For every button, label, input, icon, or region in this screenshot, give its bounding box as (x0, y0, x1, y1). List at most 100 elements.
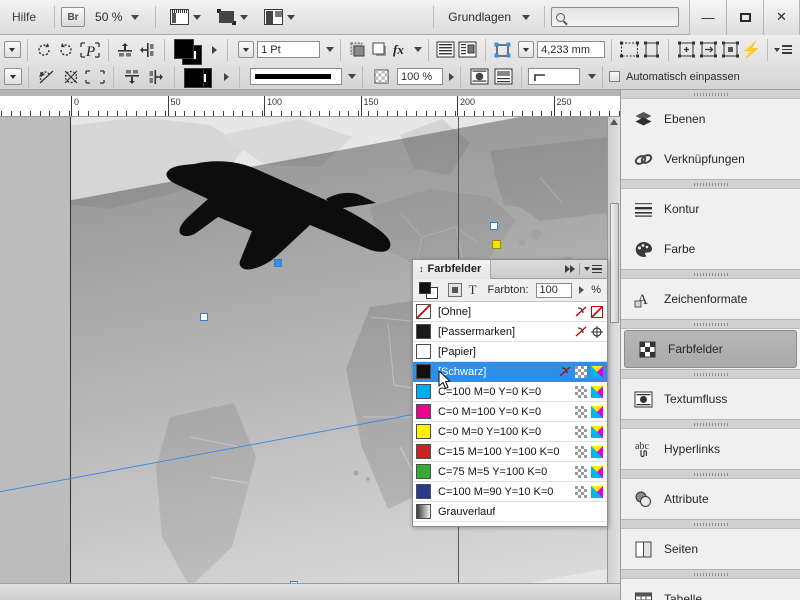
text-wrap-none-icon[interactable] (436, 39, 456, 61)
fill-menu-arrow-icon[interactable] (211, 45, 217, 54)
reference-point-button[interactable] (4, 41, 21, 58)
swatches-panel[interactable]: ↕ Farbfelder T Farbton: 100 % [Ohne] [Pa… (412, 259, 608, 527)
dock-item-seiten[interactable]: Seiten (621, 529, 800, 569)
dock-item-hyperlinks[interactable]: abc Hyperlinks (621, 429, 800, 469)
text-frame-options-icon-2[interactable] (84, 66, 106, 88)
swatch-row[interactable]: C=100 M=90 Y=10 K=0 (413, 482, 607, 502)
drop-shadow-icon[interactable] (370, 39, 390, 61)
fill-swatch[interactable] (174, 38, 195, 59)
corner-size-stepper[interactable] (517, 41, 535, 58)
corner-shape-field[interactable] (528, 68, 580, 85)
fill-frame-proportional-icon[interactable] (698, 39, 718, 61)
swatch-chip[interactable] (416, 364, 431, 379)
rotate-clockwise-icon[interactable] (34, 39, 54, 61)
formatting-affects-text-button[interactable]: T (469, 282, 477, 298)
dock-group-grip[interactable] (621, 370, 800, 379)
effects-icon[interactable] (348, 39, 368, 61)
swatch-row[interactable]: [Ohne] (413, 302, 607, 322)
dock-group-grip[interactable] (621, 90, 800, 99)
opacity-field[interactable]: 100 % (397, 68, 443, 85)
fx-icon[interactable]: fx (392, 39, 412, 61)
swatch-row[interactable]: [Papier] (413, 342, 607, 362)
dock-item-zeichenformate[interactable]: A Zeichenformate (621, 279, 800, 319)
flip-vertical-icon[interactable] (60, 66, 82, 88)
auto-fit-checkbox-row[interactable]: Automatisch einpassen (609, 71, 740, 83)
bridge-button[interactable]: Br (61, 7, 86, 27)
dock-item-farbe[interactable]: Farbe (621, 229, 800, 269)
swatch-row[interactable]: C=75 M=5 Y=100 K=0 (413, 462, 607, 482)
swatch-row[interactable]: Grauverlauf (413, 502, 607, 522)
swatch-chip[interactable] (416, 424, 431, 439)
dock-group-grip[interactable] (621, 520, 800, 529)
panel-menu-icon[interactable] (773, 45, 792, 54)
dock-group-grip[interactable] (621, 420, 800, 429)
arrange-documents-button[interactable] (256, 9, 303, 25)
screen-mode-button[interactable] (162, 9, 209, 25)
canvas-vertical-scrollbar[interactable] (607, 117, 620, 600)
distribute-horizontal-icon[interactable] (137, 39, 157, 61)
swatch-row[interactable]: C=0 M=0 Y=100 K=0 (413, 422, 607, 442)
dock-group-grip[interactable] (621, 470, 800, 479)
swatch-chip[interactable] (416, 464, 431, 479)
zoom-level-combo[interactable]: 50 % (85, 10, 149, 24)
selection-handle-top[interactable] (274, 259, 282, 267)
corner-size-field[interactable]: 4,233 mm (537, 41, 606, 58)
swatch-chip[interactable] (416, 384, 431, 399)
swatch-chip[interactable] (416, 444, 431, 459)
swatch-row[interactable]: [Passermarken] (413, 322, 607, 342)
swatch-chip[interactable] (416, 344, 431, 359)
chevron-down-icon[interactable] (413, 47, 422, 52)
text-wrap-jump-icon[interactable] (492, 66, 514, 88)
dock-group-grip[interactable] (621, 270, 800, 279)
auto-fit-checkbox[interactable] (609, 71, 620, 82)
swatches-fill-swatch[interactable] (419, 281, 431, 294)
align-top-icon[interactable] (115, 39, 135, 61)
corner-options-icon[interactable] (493, 39, 513, 61)
dock-item-verkn-pfungen[interactable]: Verknüpfungen (621, 139, 800, 179)
formatting-affects-container[interactable] (184, 67, 204, 88)
corner-radius-handle[interactable] (492, 240, 501, 249)
dock-item-textumfluss[interactable]: Textumfluss (621, 379, 800, 419)
formatting-affects-container-button[interactable] (448, 283, 462, 297)
stroke-weight-field[interactable]: 1 Pt (257, 41, 320, 58)
text-wrap-shape-icon[interactable] (468, 66, 490, 88)
dock-item-attribute[interactable]: Attribute (621, 479, 800, 519)
search-box[interactable] (551, 7, 679, 27)
horizontal-ruler[interactable]: 0 50 100 150 200 250 (0, 96, 620, 117)
tint-menu-arrow-icon[interactable] (579, 286, 585, 294)
flip-horizontal-icon[interactable] (36, 66, 58, 88)
minimize-button[interactable]: — (689, 0, 726, 35)
rotate-counterclockwise-icon[interactable] (56, 39, 76, 61)
expand-panel-icon[interactable] (565, 265, 575, 273)
workspace-switcher[interactable]: Grundlagen (440, 10, 538, 24)
text-wrap-bounding-icon[interactable] (458, 39, 478, 61)
fit-content-proportional-icon[interactable] (676, 39, 696, 61)
panel-menu-icon[interactable] (584, 264, 602, 274)
swatch-chip[interactable] (416, 304, 431, 319)
swatch-row[interactable]: C=15 M=100 Y=100 K=0 (413, 442, 607, 462)
dock-item-ebenen[interactable]: Ebenen (621, 99, 800, 139)
text-frame-options-icon[interactable]: P (79, 39, 101, 61)
maximize-button[interactable] (726, 0, 763, 35)
reference-point-button-2[interactable] (4, 68, 22, 85)
dock-group-grip[interactable] (621, 320, 800, 329)
preview-mode-button[interactable] (209, 9, 256, 25)
swatch-chip[interactable] (416, 404, 431, 419)
close-button[interactable]: ✕ (763, 0, 800, 35)
opacity-menu-arrow-icon[interactable] (449, 72, 454, 81)
swatch-list[interactable]: [Ohne] [Passermarken] [Papier] [Schwarz] C=1… (413, 302, 607, 526)
dock-group-grip[interactable] (621, 180, 800, 189)
distribute-vertical-icon[interactable] (145, 66, 167, 88)
align-bottom-icon[interactable] (121, 66, 143, 88)
stroke-weight-stepper[interactable] (237, 41, 255, 58)
fit-frame-to-content-icon[interactable] (619, 39, 639, 61)
center-content-icon[interactable] (720, 39, 740, 61)
chevron-down-icon[interactable] (588, 74, 596, 79)
dock-item-kontur[interactable]: Kontur (621, 189, 800, 229)
stroke-style-field[interactable] (250, 68, 342, 85)
airplane-silhouette[interactable] (160, 157, 410, 287)
selection-handle-left[interactable] (200, 313, 208, 321)
dock-item-farbfelder[interactable]: Farbfelder (624, 330, 797, 368)
swatch-chip[interactable] (416, 484, 431, 499)
fit-content-to-frame-icon[interactable] (641, 39, 661, 61)
